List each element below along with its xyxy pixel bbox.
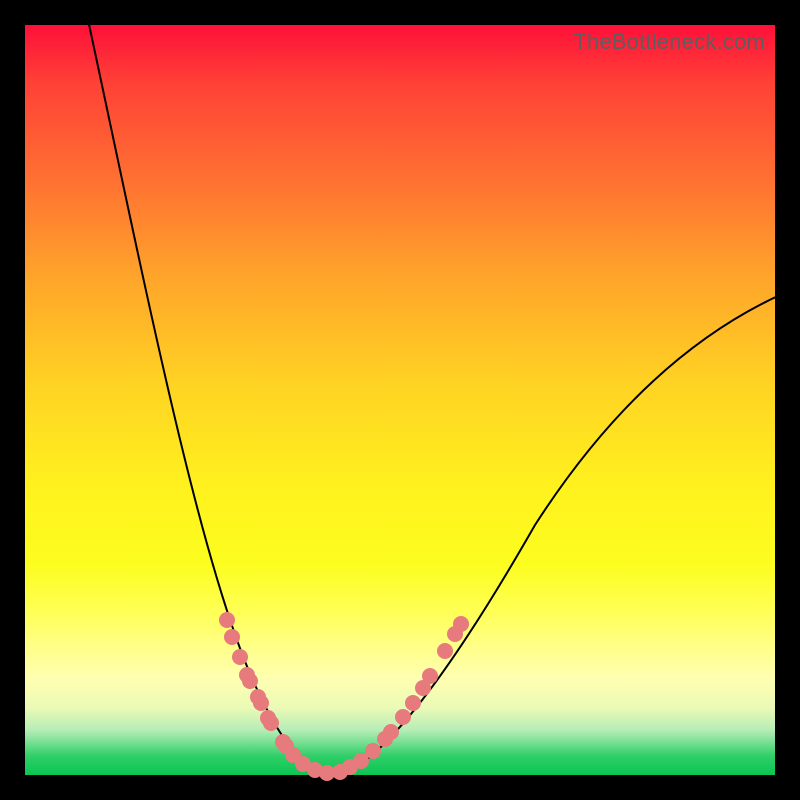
data-point bbox=[365, 743, 381, 759]
data-point bbox=[405, 695, 421, 711]
data-point bbox=[232, 649, 248, 665]
data-point bbox=[219, 612, 235, 628]
data-point bbox=[422, 668, 438, 684]
plot-area: TheBottleneck.com bbox=[25, 25, 775, 775]
watermark-text: TheBottleneck.com bbox=[573, 29, 765, 55]
data-point bbox=[263, 715, 279, 731]
data-point bbox=[395, 709, 411, 725]
data-point bbox=[242, 673, 258, 689]
data-point bbox=[437, 643, 453, 659]
data-point bbox=[383, 724, 399, 740]
data-point bbox=[453, 616, 469, 632]
dots-group bbox=[219, 612, 469, 781]
data-point bbox=[253, 695, 269, 711]
chart-svg bbox=[25, 25, 775, 775]
data-point bbox=[224, 629, 240, 645]
bottleneck-curve bbox=[87, 15, 780, 776]
